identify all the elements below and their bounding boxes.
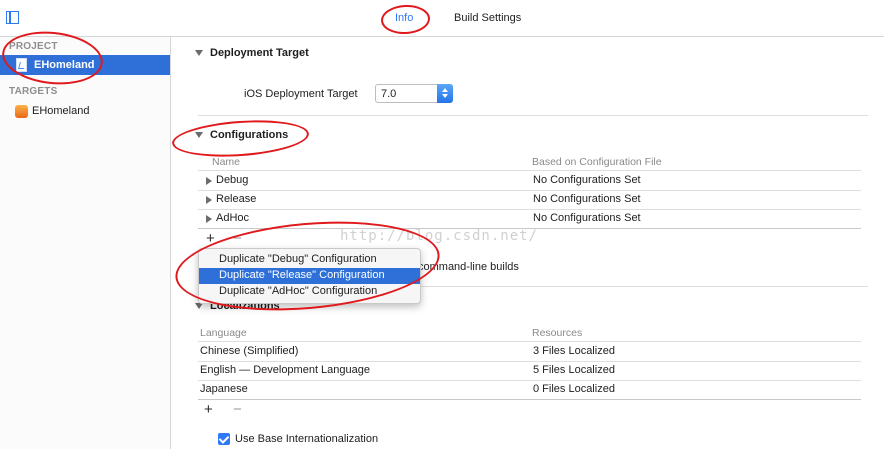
base-internationalization-checkbox[interactable] (218, 433, 230, 445)
deployment-target-value: 7.0 (381, 88, 397, 100)
language-resources: 3 Files Localized (533, 345, 615, 357)
select-stepper-icon (437, 84, 453, 103)
navigator-toggle-icon[interactable] (6, 11, 19, 24)
language-resources: 0 Files Localized (533, 383, 615, 395)
column-header-language[interactable]: Language (200, 327, 247, 339)
language-name: Japanese (200, 383, 248, 395)
language-resources: 5 Files Localized (533, 364, 615, 376)
column-header-config-file[interactable]: Based on Configuration File (532, 156, 662, 168)
targets-section-header: TARGETS (9, 86, 58, 97)
ios-deployment-target-label: iOS Deployment Target (244, 88, 358, 100)
language-name: Chinese (Simplified) (200, 345, 299, 357)
column-header-name[interactable]: Name (212, 156, 240, 168)
table-divider (198, 399, 861, 400)
config-name: AdHoc (216, 212, 250, 224)
table-row[interactable]: English — Development Language 5 Files L… (198, 361, 861, 380)
section-divider (198, 115, 868, 116)
config-file: No Configurations Set (533, 212, 641, 224)
ios-deployment-target-select[interactable]: 7.0 (375, 84, 453, 103)
language-name: English — Development Language (200, 364, 371, 376)
disclosure-triangle-icon[interactable] (195, 50, 203, 56)
remove-localization-button[interactable]: − (233, 401, 242, 418)
sidebar-item-target[interactable]: EHomeland (32, 105, 89, 117)
table-row[interactable]: Release No Configurations Set (198, 190, 861, 209)
top-tab-bar: Info Build Settings (0, 0, 884, 37)
config-name: Release (216, 193, 257, 205)
add-localization-button[interactable]: + (204, 401, 213, 418)
table-row[interactable]: Debug No Configurations Set (198, 171, 861, 190)
disclosure-triangle-icon[interactable] (206, 215, 212, 223)
base-internationalization-label: Use Base Internationalization (235, 433, 379, 445)
table-row[interactable]: Japanese 0 Files Localized (198, 380, 861, 399)
column-header-resources[interactable]: Resources (532, 327, 582, 339)
disclosure-triangle-icon[interactable] (206, 177, 212, 185)
config-file: No Configurations Set (533, 193, 641, 205)
app-target-icon (15, 105, 28, 118)
disclosure-triangle-icon[interactable] (206, 196, 212, 204)
table-row[interactable]: Chinese (Simplified) 3 Files Localized (198, 342, 861, 361)
config-name: Debug (216, 174, 249, 186)
tab-build-settings[interactable]: Build Settings (454, 12, 521, 24)
config-file: No Configurations Set (533, 174, 641, 186)
deployment-target-section-title: Deployment Target (210, 47, 309, 59)
project-navigator-sidebar: PROJECT EHomeland TARGETS EHomeland (0, 37, 171, 449)
